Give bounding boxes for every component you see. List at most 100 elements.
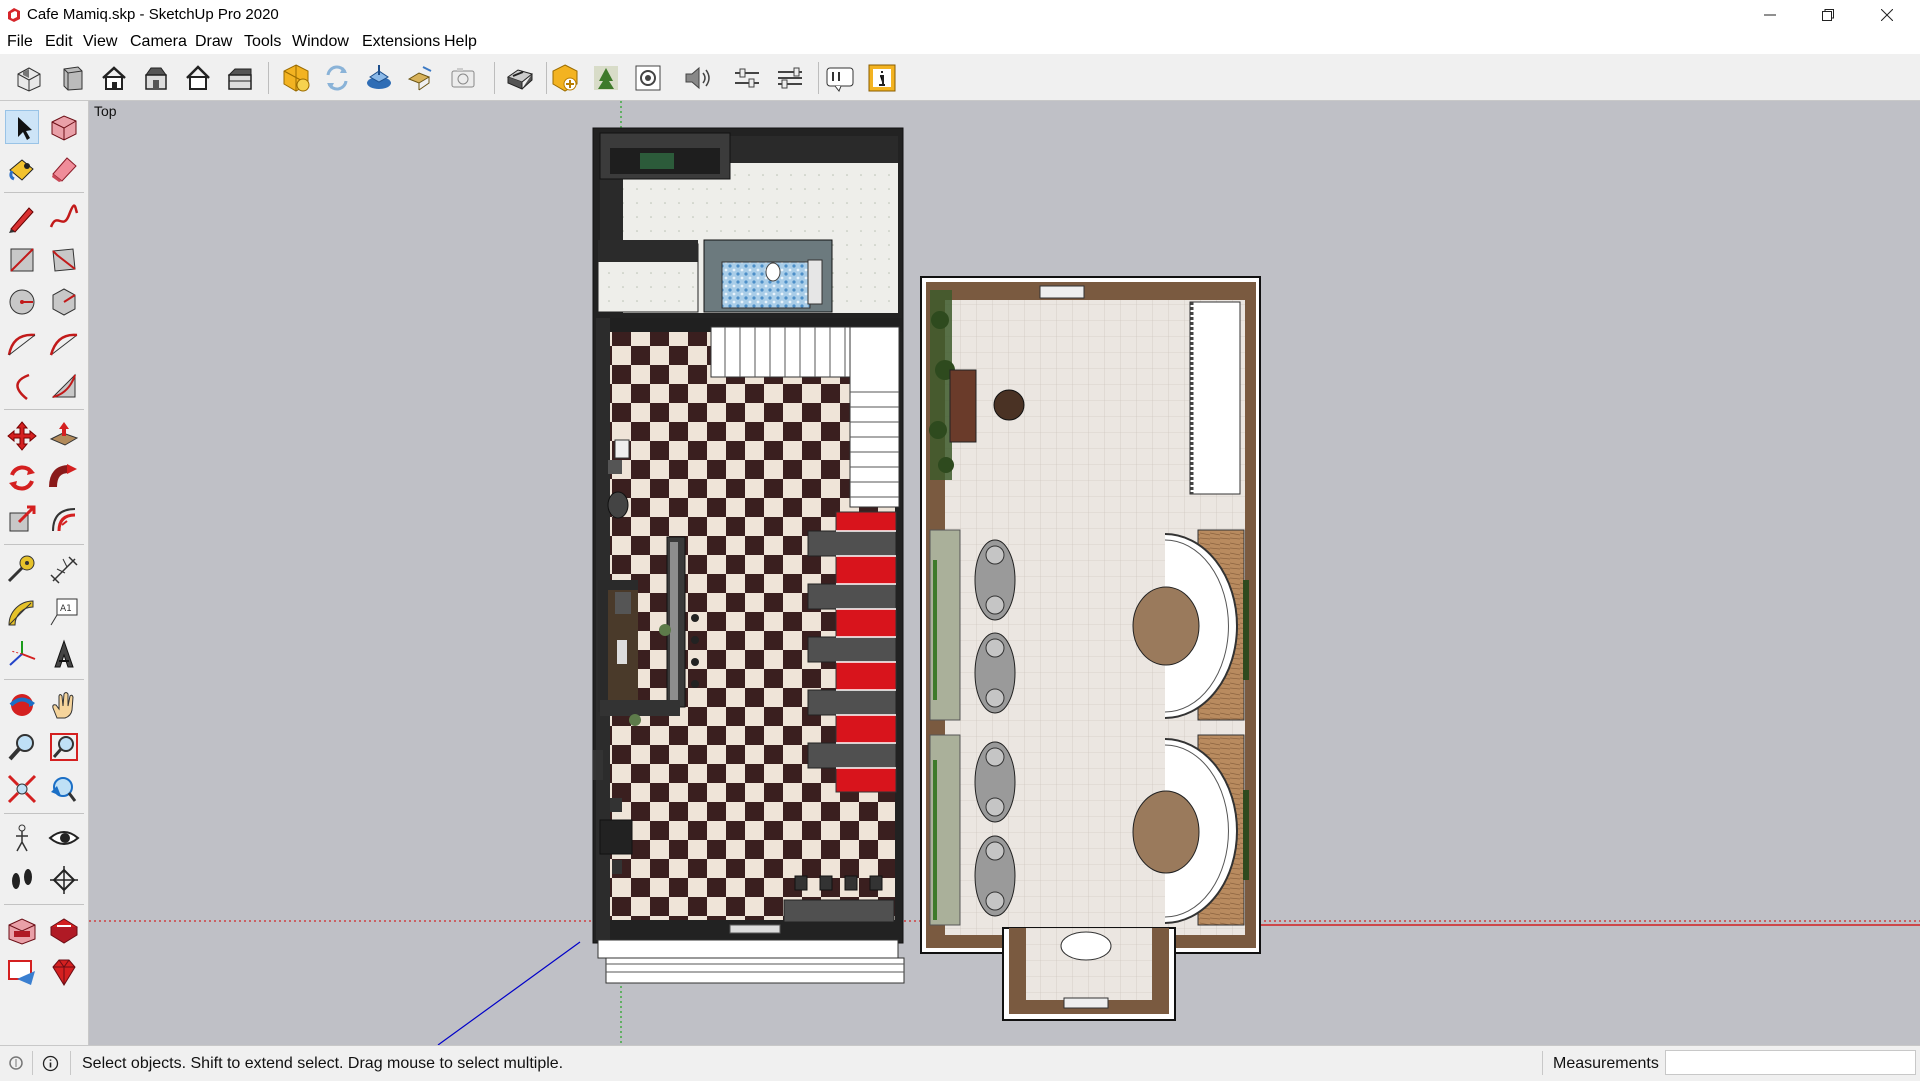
eraser-tool[interactable] xyxy=(47,152,81,186)
iso-view-icon[interactable] xyxy=(14,63,44,93)
get-models-icon[interactable] xyxy=(281,63,311,93)
zoom-tool[interactable] xyxy=(5,730,39,764)
svg-text:A1: A1 xyxy=(60,604,72,614)
scenes-icon[interactable] xyxy=(633,63,663,93)
menu-draw[interactable]: Draw xyxy=(195,33,232,51)
paint-bucket-tool[interactable] xyxy=(5,152,39,186)
sound-icon[interactable] xyxy=(682,63,712,93)
text-tool[interactable]: A1 xyxy=(47,595,81,629)
dimension-tool[interactable] xyxy=(47,553,81,587)
ruby-gem-icon xyxy=(52,959,76,986)
extension-warehouse-tool[interactable] xyxy=(47,913,81,947)
zoom-extents-icon xyxy=(7,774,37,804)
rectangle-tool[interactable] xyxy=(5,243,39,277)
restore-button[interactable] xyxy=(1799,0,1857,30)
pan-tool[interactable] xyxy=(47,688,81,722)
zoom-extents-tool[interactable] xyxy=(5,772,39,806)
refresh-icon[interactable] xyxy=(322,63,352,93)
add-location-icon[interactable] xyxy=(591,63,621,93)
protractor-tool[interactable] xyxy=(5,595,39,629)
three-point-arc-tool[interactable] xyxy=(5,369,39,403)
menu-help[interactable]: Help xyxy=(444,33,477,51)
toolbar-separator xyxy=(4,904,84,905)
left-building[interactable] xyxy=(592,127,905,984)
pie-tool[interactable] xyxy=(47,369,81,403)
model-canvas xyxy=(89,101,1920,1045)
push-pull-tool[interactable] xyxy=(47,419,81,453)
menu-file[interactable]: File xyxy=(7,33,33,51)
3d-text-tool[interactable] xyxy=(47,637,81,671)
paint-bucket-icon xyxy=(9,159,34,181)
follow-me-tool[interactable] xyxy=(47,461,81,495)
close-button[interactable] xyxy=(1858,0,1916,30)
3d-warehouse-tool[interactable] xyxy=(5,913,39,947)
two-point-arc-tool[interactable] xyxy=(47,327,81,361)
measurements-input[interactable] xyxy=(1665,1050,1916,1075)
select-tool[interactable] xyxy=(5,110,39,144)
layout-icon xyxy=(8,960,35,985)
back-view-icon[interactable] xyxy=(183,63,213,93)
previous-view-tool[interactable] xyxy=(47,772,81,806)
extension-manager-tool[interactable] xyxy=(47,955,81,989)
info-icon[interactable] xyxy=(42,1055,59,1072)
rotated-rectangle-tool[interactable] xyxy=(47,243,81,277)
instructor-icon[interactable] xyxy=(825,63,855,93)
drawing-area[interactable]: Top xyxy=(89,101,1920,1045)
toolbar-separator xyxy=(4,813,84,814)
menu-window[interactable]: Window xyxy=(292,33,349,51)
photo-textures-icon[interactable] xyxy=(448,63,478,93)
three-point-arc-icon xyxy=(16,373,30,400)
top-view-icon[interactable] xyxy=(58,63,88,93)
polygon-tool[interactable] xyxy=(47,285,81,319)
position-camera-tool[interactable] xyxy=(5,821,39,855)
sketchup-logo-icon xyxy=(8,8,20,22)
scale-tool[interactable] xyxy=(5,503,39,537)
model-info-icon[interactable] xyxy=(867,63,897,93)
arc-tool[interactable] xyxy=(5,327,39,361)
hand-icon xyxy=(52,692,74,719)
preferences-icon[interactable] xyxy=(775,63,805,93)
toolbar-separator xyxy=(4,409,84,410)
toolbar-separator xyxy=(494,62,495,94)
section-plane-icon[interactable] xyxy=(505,63,535,93)
menu-extensions[interactable]: Extensions xyxy=(362,33,440,51)
move-tool[interactable] xyxy=(5,419,39,453)
layout-tool[interactable] xyxy=(5,955,39,989)
two-point-arc-icon xyxy=(49,333,78,356)
previous-view-icon xyxy=(51,777,77,802)
axes-tool[interactable] xyxy=(5,637,39,671)
walk-tool[interactable] xyxy=(5,863,39,897)
tape-measure-tool[interactable] xyxy=(5,553,39,587)
select-arrow-icon xyxy=(18,117,32,140)
front-view-icon[interactable] xyxy=(99,63,129,93)
menu-tools[interactable]: Tools xyxy=(244,33,281,51)
pencil-icon xyxy=(9,207,34,233)
upload-component-icon[interactable] xyxy=(405,63,435,93)
rotated-rectangle-icon xyxy=(52,248,76,272)
geo-location-icon[interactable] xyxy=(8,1055,24,1071)
line-tool[interactable] xyxy=(5,201,39,235)
styles-settings-icon[interactable] xyxy=(732,63,762,93)
menu-edit[interactable]: Edit xyxy=(45,33,73,51)
look-around-tool[interactable] xyxy=(47,821,81,855)
freehand-tool[interactable] xyxy=(47,201,81,235)
warehouse-icon xyxy=(8,918,36,945)
menu-camera[interactable]: Camera xyxy=(130,33,187,51)
circle-tool[interactable] xyxy=(5,285,39,319)
rotate-tool[interactable] xyxy=(5,461,39,495)
right-building[interactable] xyxy=(920,276,1261,1021)
minimize-button[interactable] xyxy=(1741,0,1799,30)
zoom-window-tool[interactable] xyxy=(47,730,81,764)
share-model-icon[interactable] xyxy=(364,63,394,93)
left-view-icon[interactable] xyxy=(225,63,255,93)
section-plane-tool[interactable] xyxy=(47,863,81,897)
orbit-tool[interactable] xyxy=(5,688,39,722)
component-store-icon[interactable] xyxy=(550,63,580,93)
offset-tool[interactable] xyxy=(47,503,81,537)
right-view-icon[interactable] xyxy=(141,63,171,93)
menu-view[interactable]: View xyxy=(83,33,117,51)
status-divider xyxy=(1542,1051,1543,1075)
make-component-tool[interactable] xyxy=(47,110,81,144)
section-crosshair-icon xyxy=(50,866,78,894)
red-booths xyxy=(807,511,897,793)
